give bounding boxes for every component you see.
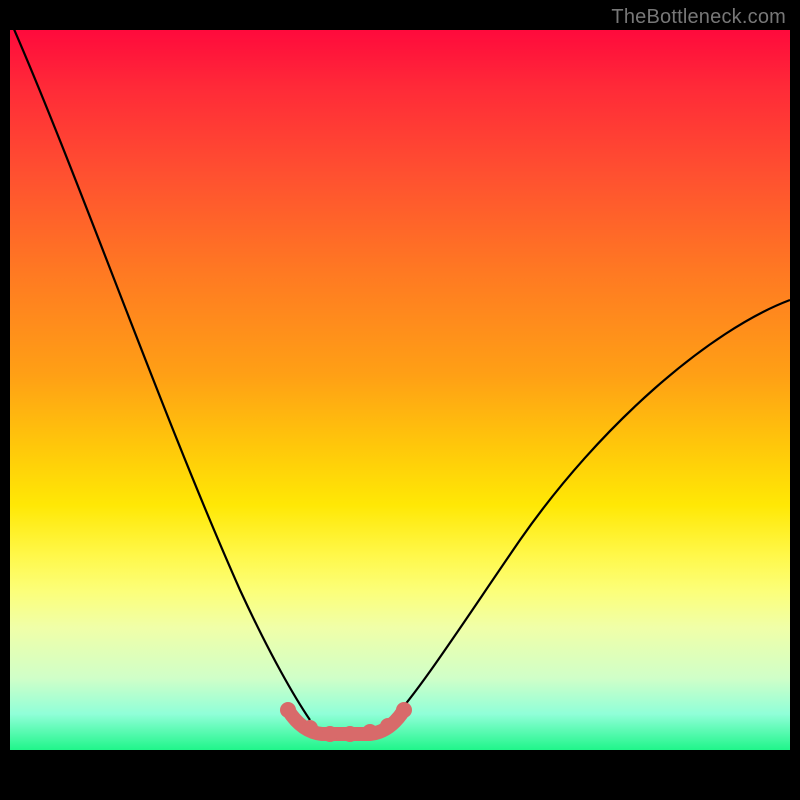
valley-dot [342,726,358,742]
valley-dot [380,718,396,734]
bottleneck-curve-chart [10,30,790,750]
valley-dot [322,726,338,742]
right-curve [392,300,790,720]
valley-dot [280,702,296,718]
watermark-text: TheBottleneck.com [611,6,786,29]
left-curve [10,30,310,720]
valley-dot [396,702,412,718]
valley-dot [302,720,318,736]
valley-dot [362,724,378,740]
